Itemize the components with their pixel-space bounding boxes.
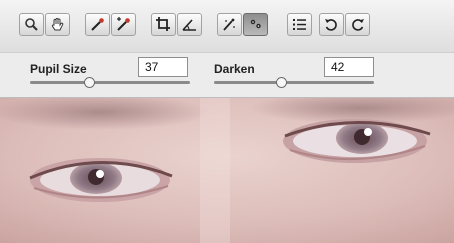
red-eye-removal-tool-button[interactable] (243, 13, 268, 36)
spot-removal-icon (223, 18, 235, 31)
rotate-left-icon (325, 19, 337, 31)
hand-icon (51, 18, 64, 31)
straighten-icon (182, 19, 196, 31)
darken-slider-thumb[interactable] (275, 77, 287, 88)
darken-label: Darken (214, 62, 255, 76)
color-sampler-icon (117, 17, 130, 31)
red-eye-dialog: Pupil Size 37 Darken 42 (0, 0, 454, 243)
rotate-left-button[interactable] (319, 13, 344, 36)
crop-icon (156, 17, 170, 31)
darken-slider-track[interactable] (214, 81, 374, 84)
eyedropper-icon (91, 18, 104, 31)
tool-options-bar: Pupil Size 37 Darken 42 (0, 52, 454, 98)
pupil-size-field[interactable]: 37 (138, 57, 188, 77)
darken-field[interactable]: 42 (324, 57, 374, 77)
pupil-size-slider-thumb[interactable] (83, 77, 95, 88)
zoom-icon (25, 18, 38, 31)
hand-tool-button[interactable] (45, 13, 70, 36)
photo-preview[interactable] (0, 98, 454, 243)
rotate-right-icon (352, 19, 364, 31)
crop-tool-button[interactable] (151, 13, 176, 36)
rotate-right-button[interactable] (345, 13, 370, 36)
color-sampler-tool-button[interactable] (111, 13, 136, 36)
eyedropper-tool-button[interactable] (85, 13, 110, 36)
photo-image (0, 98, 454, 243)
spot-removal-tool-button[interactable] (217, 13, 242, 36)
preferences-list-button[interactable] (287, 13, 312, 36)
pupil-size-slider-track[interactable] (30, 81, 190, 84)
preferences-list-icon (293, 19, 306, 30)
red-eye-removal-icon (250, 19, 261, 29)
pupil-size-label: Pupil Size (30, 62, 87, 76)
toolbar (0, 0, 454, 52)
straighten-tool-button[interactable] (177, 13, 202, 36)
zoom-tool-button[interactable] (19, 13, 44, 36)
